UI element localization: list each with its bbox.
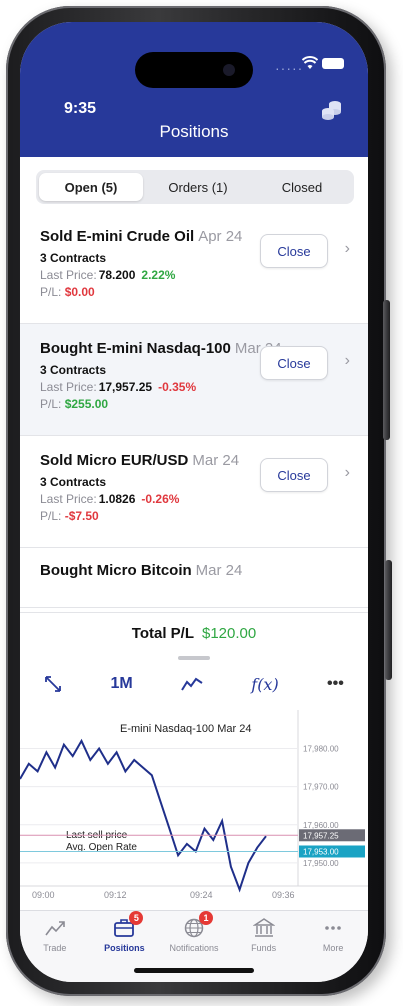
y-tick-label: 17,950.00 [303, 859, 339, 868]
price-chart[interactable]: E-mini Nasdaq-100 Mar 24 Last sell price… [20, 710, 368, 900]
total-pl-bar: Total P/L $120.00 [20, 612, 368, 653]
x-tick-label: 09:12 [104, 890, 127, 900]
position-price: Last Price: 1.0826 -0.26% [40, 492, 368, 506]
x-tick-label: 09:36 [272, 890, 295, 900]
price-line [20, 738, 267, 893]
tab-open[interactable]: Open (5) [39, 173, 143, 201]
position-pl: P/L: $255.00 [40, 397, 368, 411]
position-row[interactable]: Bought Micro Bitcoin Mar 24 [20, 548, 368, 608]
positions-list: Sold E-mini Crude Oil Apr 24 3 Contracts … [20, 212, 368, 608]
home-indicator [134, 968, 254, 973]
battery-icon [322, 58, 344, 69]
dynamic-island [135, 52, 253, 88]
position-price: Last Price: 78.200 2.22% [40, 268, 368, 282]
pl-value: -$7.50 [64, 509, 99, 523]
signal-dots-icon: ····· [275, 60, 304, 76]
position-name: Sold E-mini Crude Oil [40, 228, 195, 245]
price-value: 17,957.25 [98, 380, 153, 394]
more-icon [325, 926, 341, 930]
chart-title: E-mini Nasdaq-100 Mar 24 [120, 723, 251, 735]
position-title: Bought Micro Bitcoin Mar 24 [40, 562, 368, 579]
tab-orders[interactable]: Orders (1) [146, 170, 250, 204]
timeframe-button[interactable]: 1M [110, 675, 132, 693]
tabbar-label: Trade [43, 943, 67, 953]
close-position-button[interactable]: Close [260, 346, 328, 380]
position-name: Bought Micro Bitcoin [40, 562, 192, 579]
total-pl-value: $120.00 [202, 624, 257, 642]
x-tick-label: 09:00 [32, 890, 55, 900]
price-value: 1.0826 [98, 492, 136, 506]
close-position-button[interactable]: Close [260, 234, 328, 268]
position-price: Last Price: 17,957.25 -0.35% [40, 380, 368, 394]
more-options-button[interactable]: ••• [327, 675, 344, 693]
price-label: Last Price: [40, 492, 97, 506]
power-button [385, 560, 392, 680]
tab-closed[interactable]: Closed [250, 170, 354, 204]
price-value: 78.200 [98, 268, 136, 282]
tabbar-more[interactable]: More [298, 911, 368, 982]
chevron-right-icon[interactable]: › [345, 464, 350, 482]
position-date: Mar 24 [195, 562, 243, 579]
last-sell-marker-value: 17,957.25 [303, 831, 339, 840]
x-tick-label: 09:24 [190, 890, 213, 900]
y-tick-label: 17,960.00 [303, 821, 339, 830]
volume-button [383, 300, 390, 440]
y-tick-label: 17,970.00 [303, 783, 339, 792]
camera-icon [223, 64, 235, 76]
tabbar-label: Funds [251, 943, 277, 953]
position-row[interactable]: Sold Micro EUR/USD Mar 24 3 Contracts Las… [20, 436, 368, 548]
tabbar-label: Positions [104, 943, 145, 953]
pl-value: $0.00 [64, 285, 95, 299]
positions-segmented-control: Open (5) Orders (1) Closed [36, 170, 354, 204]
globe-wrap: 1 [183, 911, 213, 939]
position-pl: P/L: -$7.50 [40, 509, 368, 523]
price-change: -0.35% [158, 380, 197, 394]
price-label: Last Price: [40, 268, 97, 282]
position-date: Apr 24 [198, 228, 243, 245]
position-date: Mar 24 [192, 452, 240, 469]
y-tick-label: 17,980.00 [303, 745, 339, 754]
expand-icon[interactable] [44, 675, 62, 693]
coins-icon[interactable] [320, 98, 344, 122]
notifications-badge: 1 [198, 911, 213, 925]
drag-handle[interactable] [178, 656, 210, 660]
pl-label: P/L: [40, 285, 62, 299]
pl-value: $255.00 [64, 397, 109, 411]
pl-label: P/L: [40, 509, 62, 523]
close-position-button[interactable]: Close [260, 458, 328, 492]
trend-icon [45, 921, 65, 936]
chevron-right-icon[interactable]: › [345, 240, 350, 258]
price-change: 2.22% [141, 268, 176, 282]
app-header: 9:35 ····· Positions [20, 22, 368, 157]
tabbar-label: More [322, 943, 344, 953]
pl-label: P/L: [40, 397, 62, 411]
status-time: 9:35 [64, 100, 97, 117]
position-row[interactable]: Bought E-mini Nasdaq-100 Mar 24 3 Contrac… [20, 324, 368, 436]
tabbar-trade[interactable]: Trade [20, 911, 90, 982]
price-label: Last Price: [40, 380, 97, 394]
chevron-right-icon[interactable]: › [345, 352, 350, 370]
wifi-icon [302, 56, 318, 69]
page-title: Positions [159, 122, 229, 141]
avg-open-marker-value: 17,953.00 [303, 847, 339, 856]
bank-icon [252, 918, 275, 937]
position-pl: P/L: $0.00 [40, 285, 368, 299]
tabbar-label: Notifications [169, 943, 219, 953]
indicators-button[interactable]: f(x) [251, 675, 278, 694]
line-chart-icon[interactable] [181, 676, 203, 692]
position-name: Bought E-mini Nasdaq-100 [40, 340, 231, 357]
price-change: -0.26% [141, 492, 180, 506]
chart-toolbar: 1M f(x) ••• [20, 664, 368, 704]
phone-screen: 9:35 ····· Positions Open (5) Orders (1)… [20, 22, 368, 982]
briefcase-wrap: 5 [113, 911, 144, 939]
position-row[interactable]: Sold E-mini Crude Oil Apr 24 3 Contracts … [20, 212, 368, 324]
position-name: Sold Micro EUR/USD [40, 452, 189, 469]
positions-badge: 5 [129, 911, 144, 925]
total-pl-label: Total P/L [131, 624, 194, 642]
